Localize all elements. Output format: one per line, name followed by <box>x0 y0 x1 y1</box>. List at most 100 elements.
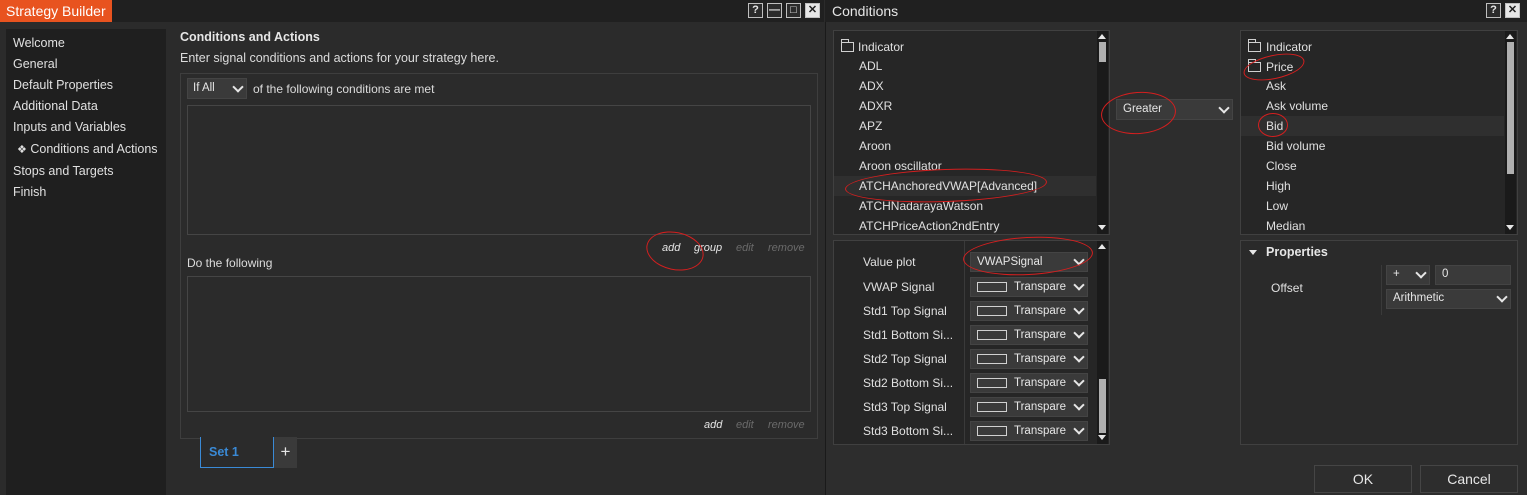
folder-icon <box>1248 39 1261 52</box>
scroll-thumb[interactable] <box>1099 379 1106 433</box>
prop-label-std3-top: Std3 Top Signal <box>863 400 947 414</box>
prop-label-std1-bottom: Std1 Bottom Si... <box>863 328 954 342</box>
color-swatch <box>977 378 1007 388</box>
wizard-sidebar: Welcome General Default Properties Addit… <box>6 29 166 495</box>
chevron-down-icon <box>1415 267 1427 279</box>
list-item[interactable]: Median <box>1266 219 1305 233</box>
chevron-down-icon <box>1073 351 1085 363</box>
conditions-titlebar <box>825 0 1527 22</box>
right-list-scrollbar[interactable] <box>1505 31 1516 234</box>
grid-divider <box>964 241 965 444</box>
color-swatch <box>977 282 1007 292</box>
color-swatch <box>977 426 1007 436</box>
scroll-thumb[interactable] <box>1507 42 1514 174</box>
color-swatch <box>977 330 1007 340</box>
list-item[interactable]: Bid volume <box>1266 139 1325 153</box>
sidebar-item-welcome[interactable]: Welcome <box>13 36 65 50</box>
color-swatch <box>977 354 1007 364</box>
color-swatch <box>977 402 1007 412</box>
scroll-up-icon[interactable] <box>1506 34 1514 39</box>
sidebar-item-stops-targets[interactable]: Stops and Targets <box>13 164 114 178</box>
condition-mode-dropdown[interactable]: If All <box>187 78 247 99</box>
close-button[interactable]: ✕ <box>1505 3 1520 18</box>
help-button[interactable]: ? <box>748 3 763 18</box>
sidebar-item-inputs-variables[interactable]: Inputs and Variables <box>13 120 126 134</box>
color-swatch <box>977 306 1007 316</box>
chevron-down-icon <box>1073 375 1085 387</box>
chevron-down-icon <box>1073 279 1085 291</box>
sidebar-item-default-properties[interactable]: Default Properties <box>13 78 113 92</box>
std1-top-color-dropdown[interactable]: Transpare <box>970 301 1088 321</box>
color-value: Transpare <box>1014 425 1066 437</box>
vwap-signal-color-dropdown[interactable]: Transpare <box>970 277 1088 297</box>
prop-label-std3-bottom: Std3 Bottom Si... <box>863 424 954 438</box>
chevron-down-icon <box>1073 303 1085 315</box>
list-item[interactable]: Ask volume <box>1266 99 1328 113</box>
strategy-builder-title: Strategy Builder <box>0 0 112 22</box>
list-item[interactable]: ATCHPriceAction2ndEntry <box>859 219 1000 233</box>
chevron-down-icon <box>1073 399 1085 411</box>
prop-label-std2-top: Std2 Top Signal <box>863 352 947 366</box>
sidebar-item-additional-data[interactable]: Additional Data <box>13 99 98 113</box>
sidebar-item-conditions-actions[interactable]: ❖ Conditions and Actions <box>17 142 158 156</box>
edit-action-button[interactable]: edit <box>736 419 754 431</box>
minimize-button[interactable]: — <box>767 3 782 18</box>
offset-value-input[interactable]: 0 <box>1435 265 1511 285</box>
tab-set-1[interactable]: Set 1 <box>200 437 274 468</box>
scroll-down-icon[interactable] <box>1506 225 1514 230</box>
list-item[interactable]: Aroon <box>859 139 891 153</box>
page-subtitle: Enter signal conditions and actions for … <box>180 51 499 65</box>
cancel-button[interactable]: Cancel <box>1420 465 1518 493</box>
scroll-down-icon[interactable] <box>1098 225 1106 230</box>
actions-list[interactable] <box>187 276 811 412</box>
std3-bottom-color-dropdown[interactable]: Transpare <box>970 421 1088 441</box>
active-diamond-icon: ❖ <box>17 144 27 156</box>
list-item[interactable]: APZ <box>859 119 882 133</box>
list-item[interactable]: ADL <box>859 59 882 73</box>
sidebar-item-general[interactable]: General <box>13 57 57 71</box>
list-item[interactable]: Close <box>1266 159 1297 173</box>
prop-label-vwap-signal: VWAP Signal <box>863 280 935 294</box>
properties-header: Properties <box>1266 245 1328 259</box>
add-set-button[interactable]: + <box>274 437 297 468</box>
offset-type-dropdown[interactable]: Arithmetic <box>1386 289 1511 309</box>
left-list-scrollbar[interactable] <box>1097 31 1108 234</box>
remove-action-button[interactable]: remove <box>768 419 805 431</box>
edit-condition-button[interactable]: edit <box>736 242 754 254</box>
collapse-arrow-icon[interactable] <box>1249 250 1257 255</box>
left-indicator-list[interactable]: Indicator ADL ADX ADXR APZ Aroon Aroon o… <box>833 30 1110 235</box>
scroll-up-icon[interactable] <box>1098 244 1106 249</box>
offset-sign-value: + <box>1393 268 1400 280</box>
sidebar-item-finish[interactable]: Finish <box>13 185 46 199</box>
list-item[interactable]: Low <box>1266 199 1288 213</box>
tree-root-indicator[interactable]: Indicator <box>1266 40 1312 54</box>
prop-label-std1-top: Std1 Top Signal <box>863 304 947 318</box>
color-value: Transpare <box>1014 377 1066 389</box>
std3-top-color-dropdown[interactable]: Transpare <box>970 397 1088 417</box>
scroll-down-icon[interactable] <box>1098 435 1106 440</box>
color-value: Transpare <box>1014 305 1066 317</box>
help-button[interactable]: ? <box>1486 3 1501 18</box>
std1-bottom-color-dropdown[interactable]: Transpare <box>970 325 1088 345</box>
list-item[interactable]: High <box>1266 179 1291 193</box>
properties-scrollbar[interactable] <box>1097 241 1108 444</box>
tree-root-indicator[interactable]: Indicator <box>858 40 904 54</box>
std2-top-color-dropdown[interactable]: Transpare <box>970 349 1088 369</box>
list-item[interactable]: ADXR <box>859 99 892 113</box>
conditions-list[interactable] <box>187 105 811 235</box>
scroll-up-icon[interactable] <box>1098 34 1106 39</box>
chevron-down-icon <box>1218 101 1230 114</box>
maximize-button[interactable]: □ <box>786 3 801 18</box>
scroll-thumb[interactable] <box>1099 42 1106 62</box>
close-button[interactable]: ✕ <box>805 3 820 18</box>
offset-sign-dropdown[interactable]: + <box>1386 265 1430 285</box>
std2-bottom-color-dropdown[interactable]: Transpare <box>970 373 1088 393</box>
add-action-button[interactable]: add <box>704 419 722 431</box>
condition-mode-value: If All <box>193 82 215 94</box>
remove-condition-button[interactable]: remove <box>768 242 805 254</box>
list-item[interactable]: Ask <box>1266 79 1286 93</box>
color-value: Transpare <box>1014 353 1066 365</box>
ok-button[interactable]: OK <box>1314 465 1412 493</box>
condition-mode-suffix: of the following conditions are met <box>253 82 435 96</box>
list-item[interactable]: ADX <box>859 79 884 93</box>
